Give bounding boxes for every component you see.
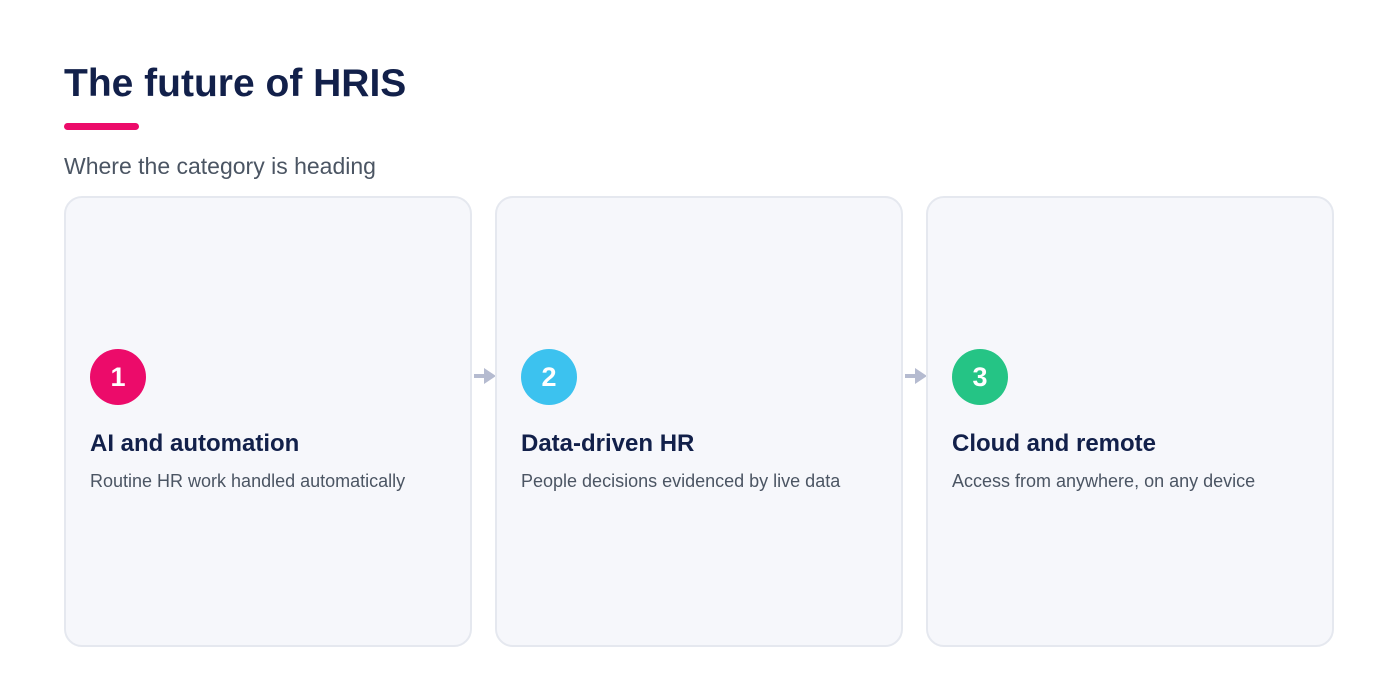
step-card-3: 3 Cloud and remote Access from anywhere,… — [926, 196, 1334, 647]
step-title: AI and automation — [90, 430, 300, 457]
arrow-right-icon — [905, 368, 927, 384]
step-number-badge: 1 — [90, 349, 146, 405]
step-card-2: 2 Data-driven HR People decisions eviden… — [495, 196, 903, 647]
step-number-badge: 3 — [952, 349, 1008, 405]
title-underline — [64, 123, 139, 130]
step-description: Access from anywhere, on any device — [952, 471, 1256, 491]
step-title: Data-driven HR — [521, 430, 695, 457]
step-card-1: 1 AI and automation Routine HR work hand… — [64, 196, 472, 647]
page-subtitle: Where the category is heading — [64, 153, 376, 179]
step-title: Cloud and remote — [952, 430, 1157, 457]
step-description: People decisions evidenced by live data — [521, 471, 841, 491]
arrow-right-icon — [474, 368, 496, 384]
step-number-badge: 2 — [521, 349, 577, 405]
page-title: The future of HRIS — [64, 62, 407, 105]
step-description: Routine HR work handled automatically — [90, 471, 406, 491]
